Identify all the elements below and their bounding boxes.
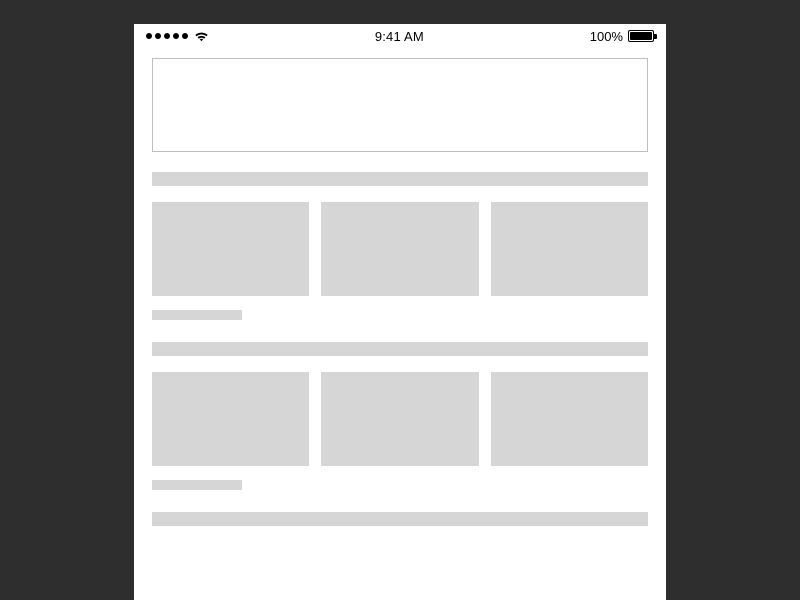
hero-placeholder[interactable]: [152, 58, 648, 152]
card-row: [152, 372, 648, 466]
card-placeholder[interactable]: [152, 372, 309, 466]
section-header-placeholder: [152, 342, 648, 356]
caption-placeholder: [152, 480, 242, 490]
wifi-icon: [194, 31, 209, 42]
card-placeholder[interactable]: [321, 372, 478, 466]
section-header-placeholder: [152, 512, 648, 526]
content-area: [134, 48, 666, 526]
card-placeholder[interactable]: [491, 202, 648, 296]
card-placeholder[interactable]: [152, 202, 309, 296]
card-row: [152, 202, 648, 296]
section-header-placeholder: [152, 172, 648, 186]
status-bar: 9:41 AM 100%: [134, 24, 666, 48]
status-bar-time: 9:41 AM: [375, 29, 424, 44]
signal-strength-icon: [146, 33, 188, 39]
phone-screen: 9:41 AM 100%: [134, 24, 666, 600]
card-placeholder[interactable]: [491, 372, 648, 466]
status-bar-right: 100%: [590, 29, 654, 44]
battery-percent: 100%: [590, 29, 623, 44]
battery-icon: [628, 30, 654, 42]
status-bar-left: [146, 31, 209, 42]
card-placeholder[interactable]: [321, 202, 478, 296]
caption-placeholder: [152, 310, 242, 320]
